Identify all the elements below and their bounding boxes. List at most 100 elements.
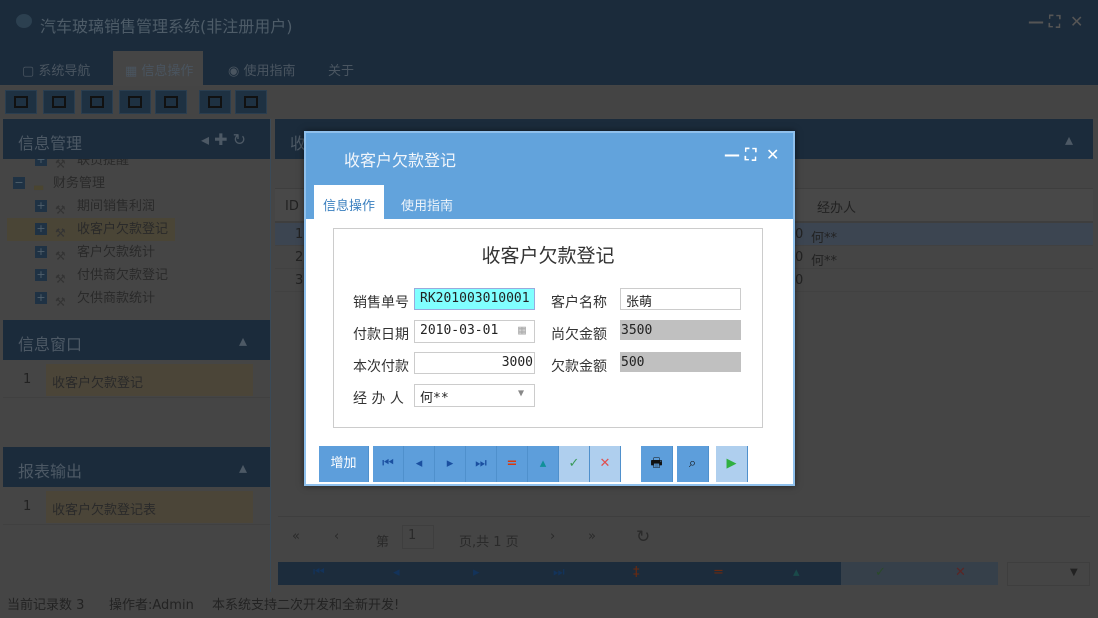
restore-icon[interactable]: ⛶: [1049, 12, 1060, 32]
tree-item-selected[interactable]: + ⚒ 收客户欠款登记: [3, 218, 270, 241]
report-header: 报表输出 ▴: [3, 447, 270, 487]
status-note: 本系统支持二次开发和全新开发!: [212, 598, 400, 613]
maximize-icon[interactable]: ⛶: [745, 145, 756, 165]
pay-date-input[interactable]: 2010-03-01 ▦: [414, 320, 535, 343]
last-page-button[interactable]: »: [588, 529, 596, 544]
record-count: 当前记录数 3: [7, 598, 85, 613]
user-button[interactable]: [119, 90, 151, 114]
pay-date-label: 付款日期: [353, 327, 409, 343]
prev-page-button[interactable]: ‹: [334, 529, 339, 544]
toolbar: [0, 86, 1098, 118]
chevron-down-icon: ▼: [517, 388, 524, 399]
handler-label: 经 办 人: [353, 391, 404, 407]
form-title: 收客户欠款登记: [481, 245, 615, 267]
next-page-button[interactable]: ›: [550, 529, 555, 544]
minimize-icon[interactable]: —: [1028, 12, 1044, 31]
debt-label: 欠款金额: [551, 359, 607, 375]
minimize-icon[interactable]: —: [724, 145, 740, 164]
first-page-button[interactable]: «: [292, 529, 300, 544]
debt-input: 500: [620, 352, 741, 372]
search-button[interactable]: [5, 90, 37, 114]
tab-label: 信息操作: [141, 64, 194, 79]
next-record-button[interactable]: ▸: [435, 446, 466, 482]
print-button[interactable]: [235, 90, 267, 114]
payment-input[interactable]: 3000: [414, 352, 535, 374]
collapse-icon[interactable]: ▴: [239, 331, 247, 350]
edit-icon[interactable]: ▴: [793, 565, 800, 580]
app-title: 汽车玻璃销售管理系统(非注册用户): [40, 17, 293, 36]
left-panel: 信息管理 ◂ ✚ ↻ + ⚒ 联员提醒 − ▬ 财务管理 + ⚒ 期间销售利润 + ⚒ 收客户欠款…: [3, 119, 271, 592]
document-button[interactable]: [81, 90, 113, 114]
tab-label: 关于: [328, 64, 355, 79]
panel-title: 信息管理: [18, 134, 83, 153]
page-input[interactable]: 1: [402, 525, 434, 549]
handler-select[interactable]: 何** ▼: [414, 384, 535, 407]
confirm-icon[interactable]: ✓: [875, 565, 886, 580]
first-record-button[interactable]: ⏮: [373, 446, 404, 482]
tree-item[interactable]: + ⚒ 付供商欠款登记: [3, 264, 270, 287]
pager: « ‹ 第 1 页,共 1 页 › » ↻: [278, 516, 1090, 560]
tree-item[interactable]: + ⚒ 期间销售利润: [3, 195, 270, 218]
operator: 操作者:Admin: [109, 598, 194, 613]
tab-info-ops[interactable]: ▦ 信息操作: [113, 51, 204, 85]
insert-icon[interactable]: ‡: [633, 565, 640, 580]
tab-system-nav[interactable]: ▢ 系统导航: [10, 51, 100, 85]
dialog-tabs: 信息操作 使用指南: [306, 178, 793, 219]
info-window-header: 信息窗口 ▴: [3, 320, 270, 360]
panel-tools-icon[interactable]: ◂ ✚ ↻: [201, 130, 246, 149]
cancel-icon[interactable]: ✕: [955, 565, 966, 580]
form-box: 收客户欠款登记 销售单号 RK201003010001 客户名称 张萌 付款日期…: [333, 228, 763, 428]
tab-info-ops[interactable]: 信息操作: [314, 185, 385, 219]
tree-item[interactable]: + ⚒ 欠供商款统计: [3, 287, 270, 310]
close-icon[interactable]: ✕: [766, 145, 779, 164]
customer-label: 客户名称: [551, 295, 607, 311]
last-record-icon[interactable]: ⏭: [553, 565, 565, 580]
filter-dropdown[interactable]: ▼: [1007, 562, 1090, 586]
tab-guide[interactable]: 使用指南: [392, 185, 462, 219]
list-item[interactable]: 1 收客户欠款登记表: [3, 491, 270, 525]
close-icon[interactable]: ✕: [1070, 12, 1083, 31]
list-item[interactable]: 1 收客户欠款登记: [3, 364, 270, 398]
export-button[interactable]: [199, 90, 231, 114]
tree-item[interactable]: + ⚒ 联员提醒: [3, 159, 270, 172]
first-record-icon[interactable]: ⏮: [313, 565, 325, 580]
tree-folder-finance[interactable]: − ▬ 财务管理: [3, 172, 270, 195]
prev-record-icon[interactable]: ◂: [393, 565, 400, 580]
owed-input: 3500: [620, 320, 741, 340]
page-prefix: 第: [376, 535, 390, 550]
status-bar: 当前记录数 3 操作者:Admin 本系统支持二次开发和全新开发!: [0, 592, 1098, 614]
delete-button[interactable]: =: [497, 446, 528, 482]
panel-title: 报表输出: [18, 462, 83, 481]
customer-input[interactable]: 张萌: [620, 288, 741, 310]
tab-about[interactable]: 关于: [316, 51, 364, 85]
pay-date-value: 2010-03-01: [420, 323, 499, 338]
add-button[interactable]: 增加: [319, 446, 369, 482]
debt-registration-dialog: 收客户欠款登记 — ⛶ ✕ 信息操作 使用指南 收客户欠款登记 销售单号 RK2…: [304, 131, 795, 486]
prev-record-button[interactable]: ◂: [404, 446, 435, 482]
preview-button[interactable]: ⌕: [677, 446, 709, 482]
tree-item[interactable]: + ⚒ 客户欠款统计: [3, 241, 270, 264]
confirm-button[interactable]: ✓: [559, 446, 590, 482]
window-button[interactable]: [155, 90, 187, 114]
info-mgmt-header: 信息管理 ◂ ✚ ↻: [3, 119, 270, 159]
page-total: 页,共 1 页: [459, 535, 519, 550]
list-button[interactable]: [43, 90, 75, 114]
collapse-icon[interactable]: ▴: [1065, 130, 1073, 149]
next-record-icon[interactable]: ▸: [473, 565, 480, 580]
order-no-label: 销售单号: [353, 295, 409, 311]
refresh-icon[interactable]: ↻: [636, 527, 650, 547]
edit-button[interactable]: ▴: [528, 446, 559, 482]
last-record-button[interactable]: ⏭: [466, 446, 497, 482]
calendar-icon[interactable]: ▦: [518, 323, 526, 338]
handler-value: 何**: [420, 391, 449, 406]
delete-icon[interactable]: =: [713, 565, 724, 580]
run-button[interactable]: ▶: [716, 446, 748, 482]
cancel-button[interactable]: ✕: [590, 446, 621, 482]
print-button[interactable]: 🖶: [641, 446, 673, 482]
owed-label: 尚欠金额: [551, 327, 607, 343]
tab-guide[interactable]: ◉ 使用指南: [216, 51, 306, 85]
collapse-icon[interactable]: ▴: [239, 458, 247, 477]
payment-label: 本次付款: [353, 359, 409, 375]
order-no-input[interactable]: RK201003010001: [414, 288, 535, 310]
app-logo-icon: [16, 14, 32, 28]
